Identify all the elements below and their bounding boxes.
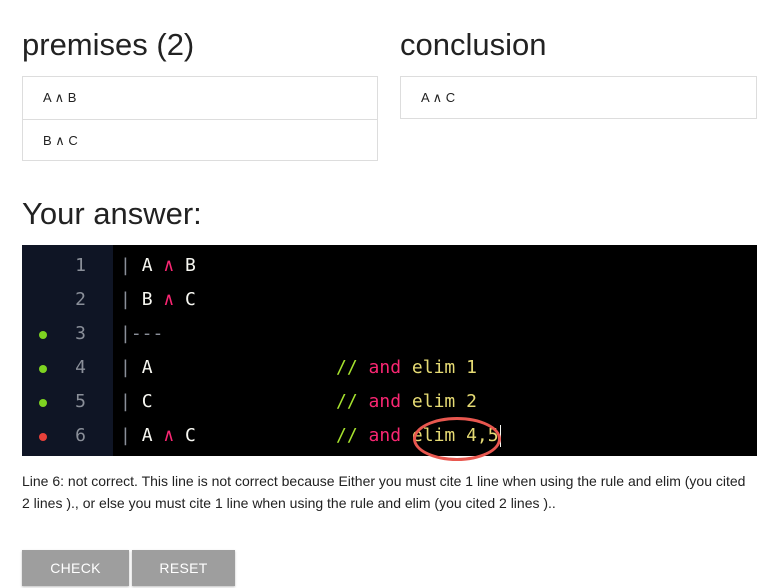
line-code: |--- (120, 323, 164, 344)
proof-editor[interactable]: 1 | A ∧ B 2 | B ∧ C 3 |--- 4 | A // and elim 1 5 |… (22, 245, 757, 456)
editor-line[interactable]: 6 | A ∧ C// and elim 4,5 (22, 419, 757, 453)
premises-heading: premises (2) (22, 27, 195, 62)
line-error-indicator (39, 433, 47, 441)
conclusion-heading: conclusion (400, 27, 547, 62)
line-code: | A ∧ B (120, 255, 196, 276)
line-number: 4 (75, 357, 86, 378)
premise-item: A ∧ B (43, 90, 77, 105)
answer-heading: Your answer: (22, 196, 202, 231)
line-number: 5 (75, 391, 86, 412)
feedback-message: Line 6: not correct. This line is not co… (22, 473, 746, 511)
line-number: 6 (75, 425, 86, 446)
line-number: 3 (75, 323, 86, 344)
conclusion-list: A ∧ C (400, 76, 757, 119)
editor-line[interactable]: 5 | C // and elim 2 (22, 385, 757, 419)
check-button[interactable]: CHECK (22, 550, 129, 586)
line-number: 1 (75, 255, 86, 276)
line-ok-indicator (39, 365, 47, 373)
line-code: | B ∧ C (120, 289, 196, 310)
line-number: 2 (75, 289, 86, 310)
premises-list: A ∧ B B ∧ C (22, 76, 378, 161)
line-code: | A ∧ C (120, 425, 196, 446)
conclusion-item: A ∧ C (421, 90, 456, 105)
line-justification: // and elim 1 (336, 357, 477, 378)
line-ok-indicator (39, 399, 47, 407)
premise-item: B ∧ C (23, 119, 377, 161)
line-ok-indicator (39, 331, 47, 339)
line-code: | A (120, 357, 153, 378)
editor-line[interactable]: 1 | A ∧ B (22, 249, 757, 283)
editor-line[interactable]: 4 | A // and elim 1 (22, 351, 757, 385)
editor-line[interactable]: 3 |--- (22, 317, 757, 351)
annotation-circle (413, 417, 501, 461)
editor-line[interactable]: 2 | B ∧ C (22, 283, 757, 317)
line-justification: // and elim 2 (336, 391, 477, 412)
reset-button[interactable]: RESET (132, 550, 235, 586)
line-code: | C (120, 391, 153, 412)
